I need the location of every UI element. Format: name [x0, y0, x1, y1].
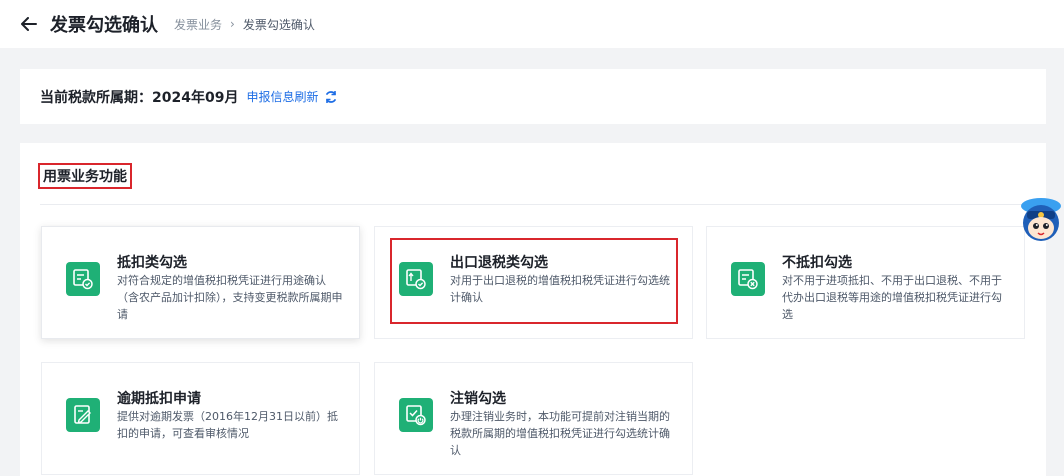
- refresh-icon[interactable]: [324, 90, 338, 104]
- refresh-declaration-link[interactable]: 申报信息刷新: [246, 88, 318, 105]
- non-deduction-icon: [731, 262, 765, 296]
- assistant-robot-icon[interactable]: [1018, 195, 1064, 245]
- function-tile-deduction[interactable]: 抵扣类勾选 对符合规定的增值税扣税凭证进行用途确认（含农产品加计扣除），支持变更…: [41, 226, 360, 339]
- breadcrumb-current: 发票勾选确认: [242, 17, 315, 32]
- function-tile-overdue[interactable]: 逾期抵扣申请 提供对逾期发票（2016年12月31日以前）抵扣的申请，可查看审核…: [41, 362, 360, 475]
- back-arrow-icon[interactable]: [20, 15, 38, 33]
- function-title: 注销勾选: [450, 391, 506, 407]
- function-title: 逾期抵扣申请: [117, 391, 201, 407]
- section-title: 用票业务功能: [38, 163, 132, 189]
- function-desc: 对不用于进项抵扣、不用于出口退税、不用于代办出口退税等用途的增值税扣税凭证进行勾…: [782, 274, 1002, 321]
- function-desc: 办理注销业务时，本功能可提前对注销当期的税款所属期的增值税扣税凭证进行勾选统计确…: [450, 410, 670, 457]
- overdue-apply-icon: [66, 398, 100, 432]
- tax-period-label: 当前税款所属期：2024年09月: [40, 89, 239, 106]
- breadcrumb-separator: ›: [230, 17, 235, 31]
- function-desc: 提供对逾期发票（2016年12月31日以前）抵扣的申请，可查看审核情况: [117, 410, 338, 440]
- top-bar: 发票勾选确认 发票业务 › 发票勾选确认: [0, 0, 1064, 48]
- function-desc: 对符合规定的增值税扣税凭证进行用途确认（含农产品加计扣除），支持变更税款所属期申…: [117, 274, 343, 321]
- business-functions-card: 用票业务功能 抵扣类勾选 对符合规定的增值税扣税凭证进行用途确认（含农产品加计扣…: [20, 143, 1046, 476]
- cancellation-check-icon: [399, 398, 433, 432]
- highlight-box: [390, 238, 678, 324]
- function-tile-non-deduction[interactable]: 不抵扣勾选 对不用于进项抵扣、不用于出口退税、不用于代办出口退税等用途的增值税扣…: [706, 226, 1025, 339]
- breadcrumb-parent[interactable]: 发票业务: [174, 16, 222, 33]
- page-title: 发票勾选确认: [50, 15, 158, 36]
- deduction-check-icon: [66, 262, 100, 296]
- function-title: 不抵扣勾选: [782, 255, 852, 271]
- tax-period-card: 当前税款所属期：2024年09月 申报信息刷新: [20, 69, 1046, 124]
- function-title: 抵扣类勾选: [117, 255, 187, 271]
- divider: [40, 204, 1026, 205]
- function-tile-cancellation[interactable]: 注销勾选 办理注销业务时，本功能可提前对注销当期的税款所属期的增值税扣税凭证进行…: [374, 362, 693, 475]
